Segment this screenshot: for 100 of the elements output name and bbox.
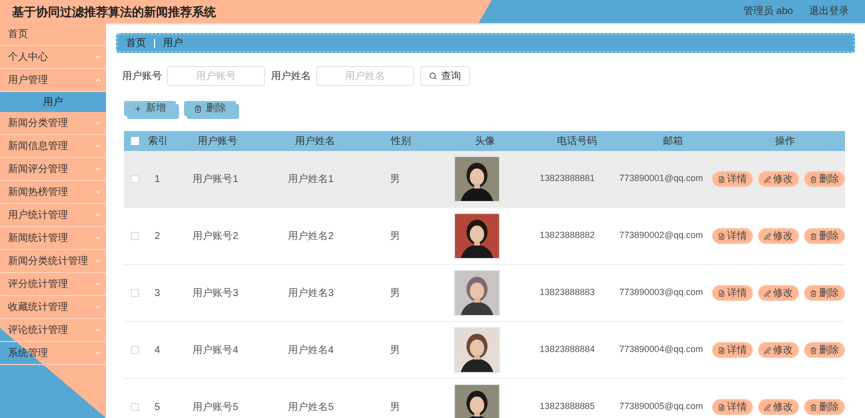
table-cell-text: 男 xyxy=(390,400,400,414)
pen-icon xyxy=(764,290,771,296)
sidebar-item[interactable]: 新闻热榜管理 xyxy=(0,181,106,204)
checkbox[interactable] xyxy=(130,175,139,183)
document-icon xyxy=(718,290,725,296)
delete-button[interactable]: 删除 xyxy=(804,171,845,187)
sidebar-item[interactable]: 新闻分类管理 xyxy=(0,112,106,135)
sidebar-item[interactable]: 新闻统计管理 xyxy=(0,227,106,250)
pen-icon xyxy=(764,346,771,354)
sidebar-item[interactable]: 系统管理 xyxy=(0,342,106,365)
chevron-icon xyxy=(94,188,102,196)
chevron-icon xyxy=(94,257,102,265)
table-cell-text: 773890004@qq.com xyxy=(619,343,703,356)
edit-button[interactable]: 修改 xyxy=(758,285,799,301)
table-cell-text: 用户账号5 xyxy=(192,400,238,414)
trash-icon xyxy=(810,404,817,410)
table-cell-text: 13823888881 xyxy=(540,172,595,186)
search-icon xyxy=(429,72,437,80)
table-cell-text: 2 xyxy=(154,230,160,244)
search-field[interactable]: 用户姓名 xyxy=(316,66,414,86)
column-header: 用户账号 xyxy=(198,134,238,148)
chevron-icon xyxy=(94,119,102,127)
table-cell-text: 13823888882 xyxy=(540,229,595,242)
checkbox[interactable] xyxy=(130,232,139,240)
table-cell-text: 773890005@qq.com xyxy=(619,400,703,414)
chevron-icon xyxy=(94,211,102,219)
table-cell-text: 13823888884 xyxy=(540,343,595,356)
table-cell-text: 用户姓名1 xyxy=(288,172,334,186)
sidebar-item[interactable]: 收藏统计管理 xyxy=(0,296,106,319)
table-cell-text: 4 xyxy=(154,344,160,358)
chevron-icon xyxy=(94,280,102,288)
edit-button[interactable]: 修改 xyxy=(758,171,799,187)
sidebar-item[interactable]: 首页 xyxy=(0,23,106,46)
column-header: 邮箱 xyxy=(663,134,683,148)
sidebar-item[interactable]: 用户统计管理 xyxy=(0,204,106,227)
chevron-icon xyxy=(94,165,102,173)
breadcrumb-item[interactable]: 首页 xyxy=(126,36,146,50)
pen-icon xyxy=(764,404,771,410)
checkbox[interactable] xyxy=(130,289,139,297)
trash-icon xyxy=(810,176,817,182)
edit-button[interactable]: 修改 xyxy=(758,342,799,358)
sidebar-item[interactable]: 新闻信息管理 xyxy=(0,135,106,158)
sidebar-item[interactable]: 个人中心 xyxy=(0,46,106,69)
table-cell-text: 3 xyxy=(154,286,160,300)
table-cell-text: 用户账号1 xyxy=(192,172,238,186)
chevron-icon xyxy=(94,76,102,84)
table-cell-text: 用户姓名4 xyxy=(288,344,334,358)
checkbox[interactable] xyxy=(130,346,139,354)
table-cell-text: 用户姓名5 xyxy=(288,400,334,414)
sidebar-item[interactable]: 评分统计管理 xyxy=(0,273,106,296)
search-field[interactable]: 用户账号 xyxy=(167,66,265,86)
detail-button[interactable]: 详情 xyxy=(712,171,753,187)
table-cell-text: 男 xyxy=(390,230,400,244)
table-cell-text: 用户姓名2 xyxy=(288,230,334,244)
breadcrumb-item[interactable]: 用户 xyxy=(163,36,183,50)
delete-button[interactable]: 删除 xyxy=(184,101,236,116)
column-header: 头像 xyxy=(475,134,495,148)
table-cell-text: 用户账号2 xyxy=(192,230,238,244)
detail-button[interactable]: 详情 xyxy=(712,285,753,301)
detail-button[interactable]: 详情 xyxy=(712,399,753,415)
delete-button[interactable]: 删除 xyxy=(804,228,845,244)
detail-button[interactable]: 详情 xyxy=(712,228,753,244)
table-cell-text: 5 xyxy=(154,400,160,414)
column-header: 索引 xyxy=(148,134,168,148)
delete-button[interactable]: 删除 xyxy=(804,285,845,301)
sidebar-subitem[interactable]: 用户 xyxy=(0,92,106,112)
table-cell-text: 13823888883 xyxy=(540,286,595,300)
chevron-icon xyxy=(94,142,102,150)
app-title: 基于协同过滤推荐算法的新闻推荐系统 xyxy=(12,4,216,20)
chevron-icon xyxy=(94,303,102,311)
detail-button[interactable]: 详情 xyxy=(712,342,753,358)
column-header: 电话号码 xyxy=(557,134,597,148)
chevron-icon xyxy=(94,326,102,334)
pen-icon xyxy=(764,232,771,240)
column-header: 性别 xyxy=(391,134,411,148)
table-cell-text: 13823888885 xyxy=(540,400,595,414)
trash-icon xyxy=(194,104,202,112)
delete-button[interactable]: 删除 xyxy=(804,399,845,415)
trash-icon xyxy=(810,232,817,240)
delete-button[interactable]: 删除 xyxy=(804,342,845,358)
user-label: 管理员 abo xyxy=(744,5,793,19)
sidebar-item[interactable]: 评论统计管理 xyxy=(0,319,106,342)
search-button[interactable]: 查询 xyxy=(420,66,470,86)
table-cell-text: 1 xyxy=(154,172,160,186)
column-header: 操作 xyxy=(775,134,795,148)
table-cell-text: 用户账号3 xyxy=(192,286,238,300)
add-button[interactable]: 新增 xyxy=(124,101,176,116)
sidebar-item[interactable]: 新闻分类统计管理 xyxy=(0,250,106,273)
chevron-icon xyxy=(94,234,102,242)
table-cell-text: 男 xyxy=(390,172,400,186)
edit-button[interactable]: 修改 xyxy=(758,399,799,415)
sidebar-item[interactable]: 新闻评分管理 xyxy=(0,158,106,181)
field-label: 用户账号 xyxy=(122,70,162,84)
plus-icon xyxy=(134,104,142,112)
logout-link[interactable]: 退出登录 xyxy=(809,4,849,19)
edit-button[interactable]: 修改 xyxy=(758,228,799,244)
table-cell-text: 男 xyxy=(390,344,400,358)
table-cell-text: 用户姓名3 xyxy=(288,286,334,300)
checkbox[interactable] xyxy=(130,403,139,411)
document-icon xyxy=(718,346,725,354)
